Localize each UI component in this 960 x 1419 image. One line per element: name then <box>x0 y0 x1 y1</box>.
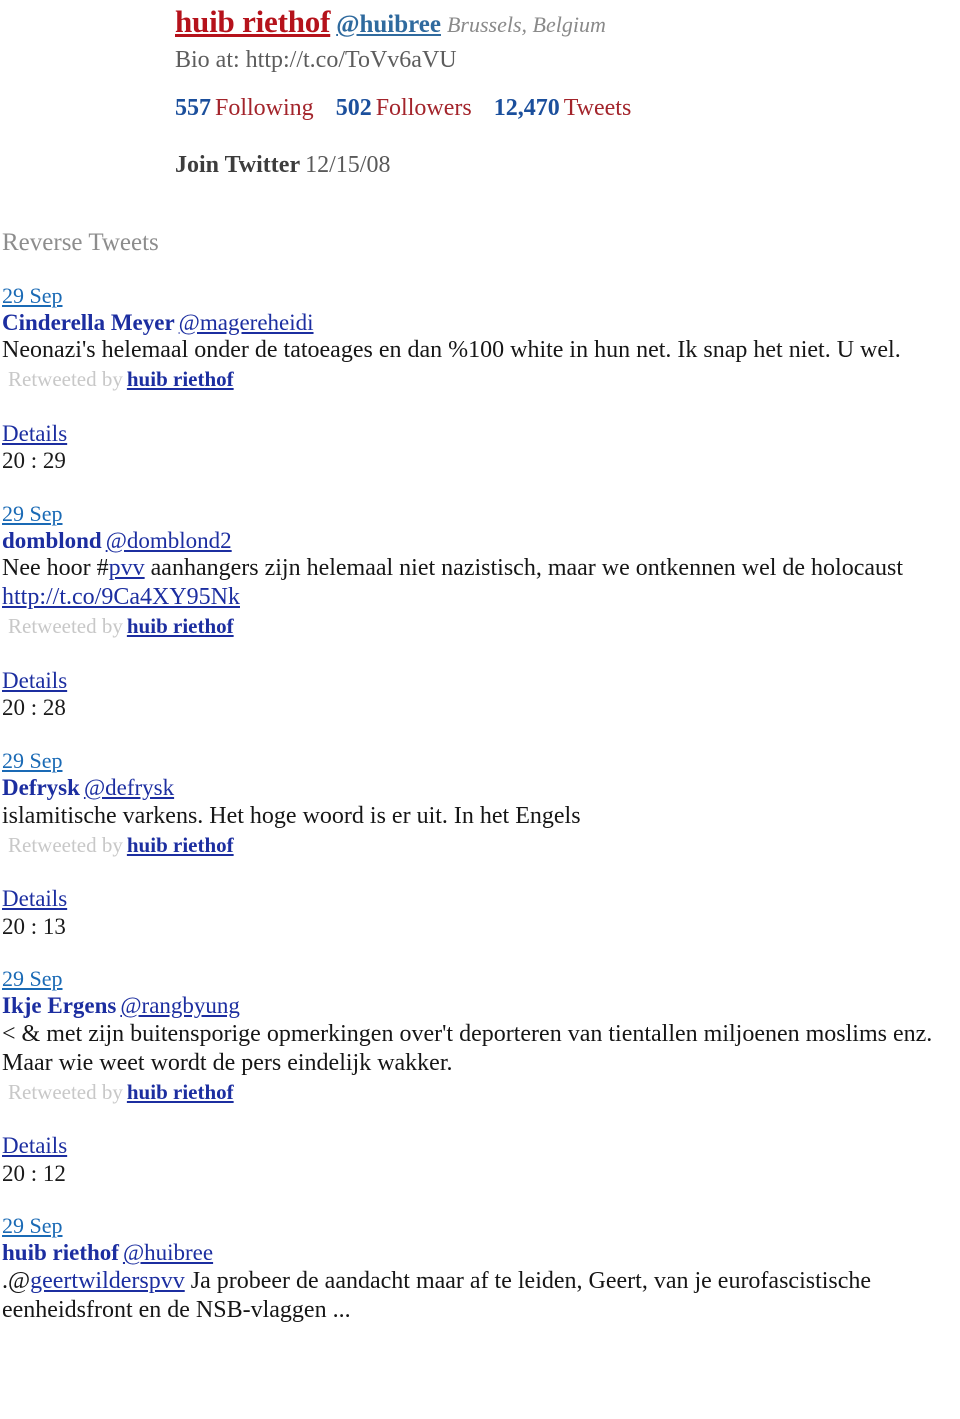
tweet-timestamp: 20 : 12 <box>2 1160 66 1186</box>
tweet-timestamp: 20 : 29 <box>2 448 66 474</box>
tweet-author-name[interactable]: huib riethof <box>2 1240 119 1265</box>
retweet-user-link[interactable]: huib riethof <box>127 614 234 638</box>
tweet-author-handle[interactable]: @domblond2 <box>106 528 232 553</box>
retweet-attribution: Retweeted by huib riethof <box>2 365 960 393</box>
retweet-attribution: Retweeted by huib riethof <box>2 1078 960 1106</box>
tweet-item: 29 Sep Ikje Ergens @rangbyung < & met zij… <box>2 940 960 1187</box>
tweet-item: 29 Sep domblond @domblond2 Nee hoor #pvv … <box>2 475 960 722</box>
tweet-text-part: islamitische varkens. Het hoge woord is … <box>2 802 581 829</box>
tweet-author-handle[interactable]: @rangbyung <box>120 993 240 1018</box>
tweet-text: Nee hoor #pvv aanhangers zijn helemaal n… <box>2 554 960 583</box>
tweet-author-name[interactable]: Ikje Ergens <box>2 993 116 1018</box>
tweet-text: < & met zijn buitensporige opmerkingen o… <box>2 1020 960 1078</box>
retweet-attribution: Retweeted by huib riethof <box>2 612 960 640</box>
stat-followers[interactable]: 502 Followers <box>336 95 472 121</box>
tweet-author-name[interactable]: domblond <box>2 528 102 553</box>
stat-followers-label: Followers <box>375 94 472 121</box>
retweet-label: Retweeted by <box>8 1079 123 1104</box>
tweet-text: .@geertwilderspvv Ja probeer de aandacht… <box>2 1267 960 1325</box>
tweet-list: 29 Sep Cinderella Meyer @magereheidi Neon… <box>0 257 960 1325</box>
tweet-text: islamitische varkens. Het hoge woord is … <box>2 802 960 831</box>
tweet-timestamp: 20 : 28 <box>2 695 66 721</box>
profile-location: Brussels, Belgium <box>446 12 606 37</box>
profile-display-name[interactable]: huib riethof <box>175 4 330 39</box>
tweet-details-link[interactable]: Details <box>2 667 67 695</box>
tweet-item: 29 Sep Defrysk @defrysk islamitische vark… <box>2 722 960 940</box>
tweet-date-link[interactable]: 29 Sep <box>2 1213 63 1238</box>
tweet-timestamp: 20 : 13 <box>2 913 66 939</box>
tweet-details-link[interactable]: Details <box>2 420 67 448</box>
retweet-user-link[interactable]: huib riethof <box>127 367 234 391</box>
tweet-text-part: < & met zijn buitensporige opmerkingen o… <box>2 1020 933 1076</box>
tweet-author-line: Defrysk @defrysk <box>2 774 960 802</box>
retweet-attribution: Retweeted by huib riethof <box>2 831 960 859</box>
tweet-author-line: Cinderella Meyer @magereheidi <box>2 309 960 337</box>
tweet-date-link[interactable]: 29 Sep <box>2 748 63 773</box>
tweet-date-link[interactable]: 29 Sep <box>2 966 63 991</box>
profile-bio: Bio at: http://t.co/ToVv6aVU <box>175 46 457 73</box>
tweet-item: 29 Sep huib riethof @huibree .@geertwilde… <box>2 1187 960 1325</box>
twitter-profile-page: huib riethof @huibree Brussels, Belgium Bi… <box>0 0 960 1419</box>
stat-tweets[interactable]: 12,470 Tweets <box>494 95 632 121</box>
tweet-details-link[interactable]: Details <box>2 885 67 913</box>
section-title: Reverse Tweets <box>2 228 159 256</box>
tweet-text-part: .@ <box>2 1267 31 1294</box>
tweet-text-part: Nee hoor # <box>2 555 109 582</box>
tweet-date-link[interactable]: 29 Sep <box>2 283 63 308</box>
profile-identity-line: huib riethof @huibree Brussels, Belgium <box>175 4 960 40</box>
retweet-label: Retweeted by <box>8 614 123 639</box>
tweet-text-part: Neonazi's helemaal onder de tatoeages en… <box>2 337 901 364</box>
stat-following-label: Following <box>215 94 314 121</box>
join-label: Join Twitter <box>175 151 301 178</box>
tweet-author-handle[interactable]: @huibree <box>123 1240 213 1265</box>
stat-tweets-count: 12,470 <box>493 94 560 121</box>
retweet-user-link[interactable]: huib riethof <box>127 1080 234 1104</box>
tweet-mention-link[interactable]: geertwilderspvv <box>30 1268 185 1294</box>
profile-stats: 557 Following 502 Followers 12,470 Tweets <box>0 75 960 122</box>
tweet-author-line: huib riethof @huibree <box>2 1239 960 1267</box>
tweet-item: 29 Sep Cinderella Meyer @magereheidi Neon… <box>2 257 960 475</box>
stat-following-count: 557 <box>175 94 211 121</box>
tweet-date-link[interactable]: 29 Sep <box>2 501 63 526</box>
tweet-author-handle[interactable]: @defrysk <box>84 775 174 800</box>
tweet-details-link[interactable]: Details <box>2 1132 67 1160</box>
tweet-author-line: Ikje Ergens @rangbyung <box>2 992 960 1020</box>
tweet-url-line: http://t.co/9Ca4XY95Nk <box>2 583 960 612</box>
tweet-author-name[interactable]: Cinderella Meyer <box>2 310 175 335</box>
stat-following[interactable]: 557 Following <box>175 95 314 121</box>
tweet-author-handle[interactable]: @magereheidi <box>179 310 314 335</box>
retweet-label: Retweeted by <box>8 832 123 857</box>
tweet-text: Neonazi's helemaal onder de tatoeages en… <box>2 336 960 365</box>
tweet-text-part: aanhangers zijn helemaal niet nazistisch… <box>144 555 904 582</box>
profile-header: huib riethof @huibree Brussels, Belgium Bi… <box>0 0 960 75</box>
tweet-hashtag-link[interactable]: pvv <box>109 555 145 581</box>
tweet-url-link[interactable]: http://t.co/9Ca4XY95Nk <box>2 584 240 610</box>
retweet-user-link[interactable]: huib riethof <box>127 833 234 857</box>
join-date: 12/15/08 <box>305 151 391 178</box>
retweet-label: Retweeted by <box>8 367 123 392</box>
stat-tweets-label: Tweets <box>563 94 632 121</box>
tweet-author-name[interactable]: Defrysk <box>2 775 80 800</box>
tweet-author-line: domblond @domblond2 <box>2 527 960 555</box>
join-date-line: Join Twitter 12/15/08 <box>0 122 960 179</box>
profile-handle-link[interactable]: @huibree <box>336 11 441 38</box>
stat-followers-count: 502 <box>335 94 372 121</box>
